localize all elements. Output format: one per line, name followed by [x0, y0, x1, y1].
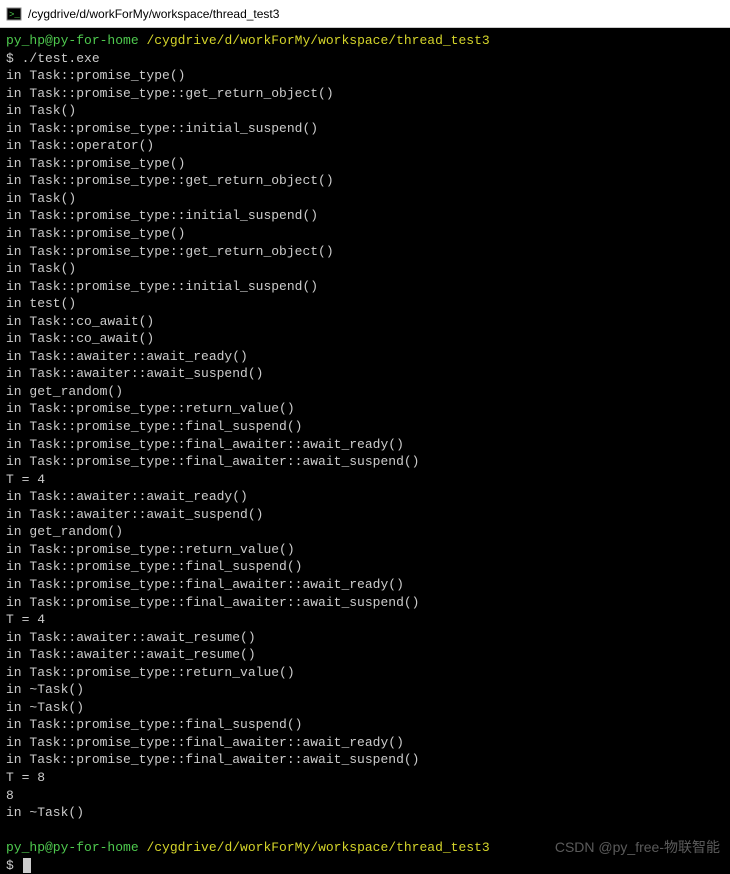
output-line: in Task::promise_type::final_awaiter::aw… [6, 594, 724, 612]
output-line: in Task::promise_type::get_return_object… [6, 172, 724, 190]
output-line: in Task::promise_type::final_awaiter::aw… [6, 751, 724, 769]
output-container: in Task::promise_type()in Task::promise_… [6, 67, 724, 822]
output-line: T = 8 [6, 769, 724, 787]
svg-text:>_: >_ [9, 10, 20, 20]
window-title-bar: >_ /cygdrive/d/workForMy/workspace/threa… [0, 0, 730, 28]
output-line: in Task::co_await() [6, 313, 724, 331]
terminal-area[interactable]: py_hp@py-for-home /cygdrive/d/workForMy/… [0, 28, 730, 871]
prompt-cursor-line[interactable]: $ [6, 857, 724, 874]
output-line: in Task::promise_type::get_return_object… [6, 243, 724, 261]
output-line: in Task::promise_type::final_awaiter::aw… [6, 436, 724, 454]
user-host: py_hp@py-for-home [6, 840, 139, 855]
output-line: in Task::awaiter::await_resume() [6, 646, 724, 664]
output-line: T = 4 [6, 611, 724, 629]
output-line: 8 [6, 787, 724, 805]
output-line: in Task::promise_type::final_awaiter::aw… [6, 453, 724, 471]
current-directory: /cygdrive/d/workForMy/workspace/thread_t… [146, 840, 489, 855]
output-line: in Task::promise_type::final_suspend() [6, 716, 724, 734]
output-line: in ~Task() [6, 681, 724, 699]
output-line: in Task::promise_type() [6, 155, 724, 173]
output-line: in Task::awaiter::await_ready() [6, 488, 724, 506]
prompt-dollar: $ [6, 858, 22, 873]
output-line: in Task::awaiter::await_suspend() [6, 506, 724, 524]
output-line: in test() [6, 295, 724, 313]
prompt-line: py_hp@py-for-home /cygdrive/d/workForMy/… [6, 32, 724, 50]
output-line: in Task() [6, 102, 724, 120]
output-line: T = 4 [6, 471, 724, 489]
output-line: in Task::promise_type::get_return_object… [6, 85, 724, 103]
output-line: in ~Task() [6, 699, 724, 717]
output-line: in Task::promise_type::final_awaiter::aw… [6, 576, 724, 594]
output-line: in Task() [6, 260, 724, 278]
output-line: in Task::promise_type::initial_suspend() [6, 278, 724, 296]
user-host: py_hp@py-for-home [6, 33, 139, 48]
prompt-line: py_hp@py-for-home /cygdrive/d/workForMy/… [6, 839, 724, 857]
output-line: in Task::awaiter::await_resume() [6, 629, 724, 647]
output-line: in Task::awaiter::await_ready() [6, 348, 724, 366]
output-line: in Task::promise_type() [6, 67, 724, 85]
output-line: in Task::operator() [6, 137, 724, 155]
output-line: in ~Task() [6, 804, 724, 822]
output-line: in Task::promise_type() [6, 225, 724, 243]
current-directory: /cygdrive/d/workForMy/workspace/thread_t… [146, 33, 489, 48]
output-line: in Task::awaiter::await_suspend() [6, 365, 724, 383]
cursor-icon [23, 858, 31, 873]
output-line: in Task::co_await() [6, 330, 724, 348]
output-line: in Task::promise_type::final_suspend() [6, 558, 724, 576]
blank-line [6, 822, 724, 840]
window-title: /cygdrive/d/workForMy/workspace/thread_t… [28, 7, 279, 21]
output-line: in Task::promise_type::return_value() [6, 541, 724, 559]
output-line: in Task::promise_type::initial_suspend() [6, 207, 724, 225]
output-line: in Task::promise_type::final_suspend() [6, 418, 724, 436]
output-line: in Task::promise_type::return_value() [6, 664, 724, 682]
output-line: in get_random() [6, 383, 724, 401]
output-line: in Task::promise_type::final_awaiter::aw… [6, 734, 724, 752]
output-line: in Task() [6, 190, 724, 208]
output-line: in Task::promise_type::return_value() [6, 400, 724, 418]
output-line: in get_random() [6, 523, 724, 541]
output-line: in Task::promise_type::initial_suspend() [6, 120, 724, 138]
command-line: $ ./test.exe [6, 50, 724, 68]
terminal-icon: >_ [6, 6, 22, 22]
